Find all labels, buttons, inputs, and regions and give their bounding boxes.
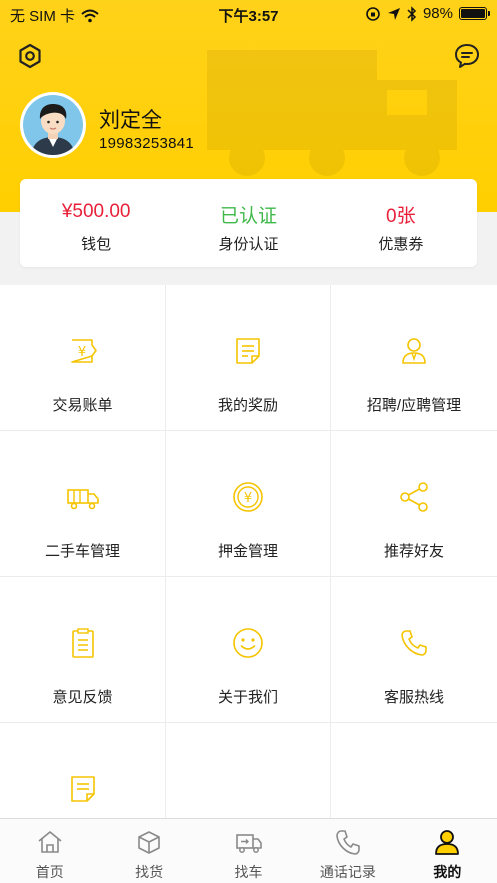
tab-label: 我的 bbox=[433, 864, 462, 880]
wallet-balance: ¥500.00 bbox=[61, 201, 131, 222]
account-stats-card: ¥500.00 钱包 已认证 身份认证 0张 优惠券 bbox=[20, 179, 477, 267]
empty-cell bbox=[331, 723, 497, 818]
settings-button[interactable] bbox=[16, 42, 44, 70]
tab-call-log[interactable]: 通话记录 bbox=[298, 819, 397, 883]
avatar-icon bbox=[23, 95, 83, 155]
menu-label: 推荐好友 bbox=[383, 543, 444, 560]
tab-label: 找车 bbox=[234, 864, 263, 880]
menu-feedback[interactable]: 意见反馈 bbox=[0, 577, 166, 723]
bluetooth-icon bbox=[407, 5, 417, 22]
status-bar: 无 SIM 卡 下午3:57 98% bbox=[0, 0, 497, 28]
home-icon bbox=[38, 831, 62, 853]
reward-icon bbox=[236, 338, 260, 364]
user-icon bbox=[435, 830, 460, 855]
menu-my-rewards[interactable]: 我的奖励 bbox=[166, 285, 331, 431]
menu-recruitment[interactable]: 招聘/应聘管理 bbox=[331, 285, 497, 431]
tab-home[interactable]: 首页 bbox=[0, 819, 99, 883]
box-icon bbox=[138, 831, 160, 854]
deposit-icon: ¥ bbox=[233, 482, 263, 512]
menu-about-us[interactable]: 关于我们 bbox=[166, 577, 331, 723]
coupons-stat[interactable]: 0张 优惠券 bbox=[325, 179, 477, 267]
truck-icon bbox=[235, 834, 262, 853]
tab-label: 首页 bbox=[35, 864, 64, 880]
verification-status: 已认证 bbox=[219, 206, 277, 227]
empty-cell bbox=[166, 723, 331, 818]
feedback-icon bbox=[71, 628, 94, 658]
identity-verification-stat[interactable]: 已认证 身份认证 bbox=[172, 179, 324, 267]
feature-grid: ¥ 交易账单 我的奖励 招聘/应聘管理 二手车管理 ¥ 押金管理 推荐好友 意见… bbox=[0, 285, 497, 818]
settings-icon bbox=[19, 43, 41, 69]
phone-icon bbox=[336, 830, 360, 855]
battery-icon bbox=[459, 7, 490, 20]
user-name: 刘定全 bbox=[99, 109, 162, 132]
wallet-label: 钱包 bbox=[81, 236, 112, 253]
tab-find-goods[interactable]: 找货 bbox=[99, 819, 198, 883]
tab-mine[interactable]: 我的 bbox=[398, 819, 497, 883]
menu-recommend-friends[interactable]: 推荐好友 bbox=[331, 431, 497, 577]
menu-label: 意见反馈 bbox=[52, 689, 113, 706]
coupon-count: 0张 bbox=[386, 206, 416, 227]
phone-icon bbox=[401, 630, 427, 656]
message-icon bbox=[455, 44, 479, 68]
menu-label: 我的奖励 bbox=[217, 397, 278, 414]
menu-extra-item[interactable] bbox=[0, 723, 166, 818]
location-icon bbox=[387, 7, 400, 20]
menu-deposit[interactable]: ¥ 押金管理 bbox=[166, 431, 331, 577]
svg-text:¥: ¥ bbox=[244, 491, 252, 506]
menu-label: 招聘/应聘管理 bbox=[366, 397, 462, 414]
user-phone: 19983253841 bbox=[99, 135, 195, 152]
coupons-label: 优惠券 bbox=[378, 236, 424, 253]
tab-label: 找货 bbox=[135, 864, 164, 880]
bill-icon: ¥ bbox=[70, 339, 97, 363]
menu-label: 二手车管理 bbox=[44, 543, 120, 560]
orientation-lock-icon bbox=[366, 6, 380, 21]
tab-bar: 首页 找货 找车 通话记录 我的 bbox=[0, 818, 497, 883]
battery-percent: 98% bbox=[422, 5, 453, 22]
tab-find-vehicle[interactable]: 找车 bbox=[199, 819, 298, 883]
avatar[interactable] bbox=[20, 92, 86, 158]
tab-label: 通话记录 bbox=[319, 864, 376, 880]
wallet-stat[interactable]: ¥500.00 钱包 bbox=[20, 179, 172, 267]
menu-used-car[interactable]: 二手车管理 bbox=[0, 431, 166, 577]
menu-label: 押金管理 bbox=[217, 543, 278, 560]
menu-label: 关于我们 bbox=[217, 689, 278, 706]
recruit-icon bbox=[402, 338, 426, 364]
menu-transaction-bill[interactable]: ¥ 交易账单 bbox=[0, 285, 166, 431]
svg-text:¥: ¥ bbox=[77, 345, 85, 360]
messages-button[interactable] bbox=[453, 42, 481, 70]
menu-service-hotline[interactable]: 客服热线 bbox=[331, 577, 497, 723]
share-icon bbox=[400, 482, 428, 512]
verification-label: 身份认证 bbox=[218, 236, 279, 253]
truck-background-icon bbox=[207, 50, 457, 176]
note-icon bbox=[70, 776, 95, 802]
truck-icon bbox=[66, 489, 99, 510]
smile-icon bbox=[233, 628, 263, 658]
menu-label: 客服热线 bbox=[383, 689, 444, 706]
menu-label: 交易账单 bbox=[52, 397, 113, 414]
